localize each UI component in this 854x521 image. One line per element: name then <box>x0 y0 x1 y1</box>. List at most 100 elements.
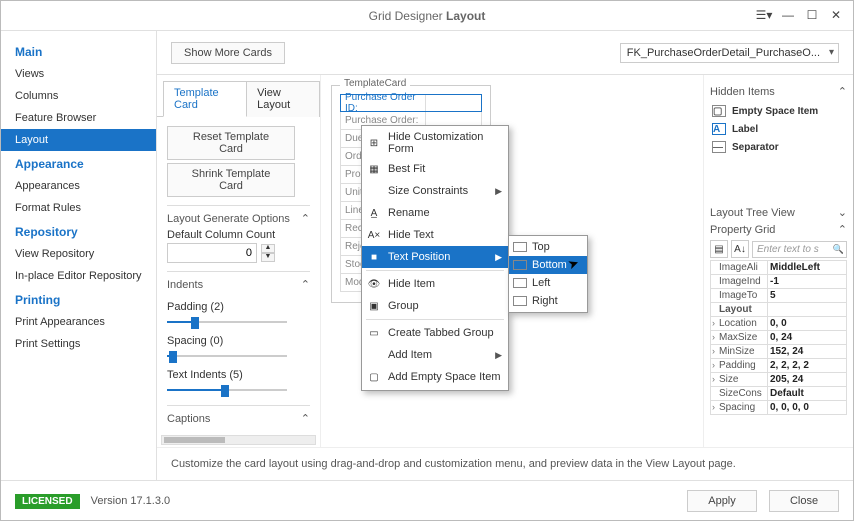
menu-item-text-position[interactable]: ■Text Position▶ <box>362 246 508 268</box>
property-row[interactable]: ImageTo5 <box>710 289 847 303</box>
property-value[interactable]: MiddleLeft <box>767 261 846 274</box>
rename-icon: A̲ <box>366 205 382 221</box>
property-value[interactable]: -1 <box>767 275 846 288</box>
submenu-label: Left <box>532 277 550 289</box>
categorize-icon[interactable]: ▤ <box>710 240 728 258</box>
hidden-item-empty-space-item[interactable]: ▢Empty Space Item <box>710 102 847 120</box>
collapse-icon[interactable]: ⌃ <box>301 412 310 425</box>
submenu-item-right[interactable]: Right <box>509 292 587 310</box>
menu-item-add-empty-space-item[interactable]: ▢Add Empty Space Item <box>362 366 508 388</box>
submenu-arrow-icon: ▶ <box>495 252 502 263</box>
separator-icon: — <box>712 141 726 153</box>
property-value[interactable]: Default <box>767 387 846 400</box>
collapse-icon[interactable]: ⌃ <box>301 212 310 225</box>
position-bottom-icon <box>513 260 527 270</box>
property-row[interactable]: Location0, 0 <box>710 317 847 331</box>
menu-item-hide-customization-form[interactable]: ⊞Hide Customization Form <box>362 128 508 158</box>
property-value[interactable]: 0, 24 <box>767 331 846 344</box>
padding-slider[interactable] <box>167 315 287 329</box>
sidebar-item-format-rules[interactable]: Format Rules <box>1 197 156 219</box>
property-value[interactable]: 0, 0, 0, 0 <box>767 401 846 414</box>
menu-item-best-fit[interactable]: ▦Best Fit <box>362 158 508 180</box>
minimize-button[interactable]: — <box>777 5 799 25</box>
menu-item-create-tabbed-group[interactable]: ▭Create Tabbed Group <box>362 322 508 344</box>
indents-head: Indents <box>167 279 203 291</box>
menu-item-add-item[interactable]: Add Item▶ <box>362 344 508 366</box>
card-field-label: Purchase Order ID: <box>341 92 425 114</box>
tab-view-layout[interactable]: View Layout <box>247 81 320 117</box>
menu-item-label: Hide Item <box>388 278 435 290</box>
property-key: Size <box>711 373 767 386</box>
view-mode-icon[interactable]: ☰▾ <box>753 5 775 25</box>
submenu-item-left[interactable]: Left <box>509 274 587 292</box>
property-value[interactable]: 0, 0 <box>767 317 846 330</box>
window-title-main: Layout <box>446 9 485 23</box>
close-window-button[interactable]: ✕ <box>825 5 847 25</box>
property-row[interactable]: Spacing0, 0, 0, 0 <box>710 401 847 415</box>
menu-item-label: Hide Text <box>388 229 434 241</box>
property-value[interactable] <box>767 303 846 316</box>
hint-message: Customize the card layout using drag-and… <box>157 447 853 480</box>
card-field-row[interactable]: Purchase Order ID: <box>340 94 482 112</box>
show-more-cards-button[interactable]: Show More Cards <box>171 42 285 64</box>
maximize-button[interactable]: ☐ <box>801 5 823 25</box>
menu-item-hide-text[interactable]: A×Hide Text <box>362 224 508 246</box>
close-button[interactable]: Close <box>769 490 839 512</box>
sidebar-item-view-repository[interactable]: View Repository <box>1 243 156 265</box>
property-value[interactable]: 5 <box>767 289 846 302</box>
reset-template-card-button[interactable]: Reset Template Card <box>167 126 295 160</box>
property-value[interactable]: 152, 24 <box>767 345 846 358</box>
property-row[interactable]: Size205, 24 <box>710 373 847 387</box>
property-row[interactable]: SizeConsDefault <box>710 387 847 401</box>
menu-item-size-constraints[interactable]: Size Constraints▶ <box>362 180 508 202</box>
property-value[interactable]: 205, 24 <box>767 373 846 386</box>
sidebar-item-inplace-editor-repository[interactable]: In-place Editor Repository <box>1 265 156 287</box>
submenu-item-bottom[interactable]: Bottom <box>509 256 587 274</box>
sidebar-item-views[interactable]: Views <box>1 63 156 85</box>
sidebar-item-appearances[interactable]: Appearances <box>1 175 156 197</box>
hscrollbar[interactable] <box>161 435 316 445</box>
spacing-slider[interactable] <box>167 349 287 363</box>
sidebar-item-layout[interactable]: Layout <box>1 129 156 151</box>
property-key: ImageAli <box>711 261 767 274</box>
sidebar-item-print-appearances[interactable]: Print Appearances <box>1 311 156 333</box>
menu-item-rename[interactable]: A̲ Rename <box>362 202 508 224</box>
hidden-item-separator[interactable]: —Separator <box>710 138 847 156</box>
property-row[interactable]: Padding2, 2, 2, 2 <box>710 359 847 373</box>
property-row[interactable]: MaxSize0, 24 <box>710 331 847 345</box>
menu-item-group[interactable]: ▣Group <box>362 295 508 317</box>
property-value[interactable]: 2, 2, 2, 2 <box>767 359 846 372</box>
sidebar-item-feature-browser[interactable]: Feature Browser <box>1 107 156 129</box>
property-search-input[interactable]: Enter text to s <box>752 241 847 258</box>
shrink-template-card-button[interactable]: Shrink Template Card <box>167 163 295 197</box>
submenu-label: Right <box>532 295 558 307</box>
menu-item-label: Rename <box>388 207 430 219</box>
spin-up[interactable]: ▲ <box>261 244 275 253</box>
property-key: MaxSize <box>711 331 767 344</box>
submenu-item-top[interactable]: Top <box>509 238 587 256</box>
sidebar-item-print-settings[interactable]: Print Settings <box>1 333 156 355</box>
apply-button[interactable]: Apply <box>687 490 757 512</box>
collapse-icon[interactable]: ⌃ <box>301 278 310 291</box>
card-field-input[interactable] <box>425 95 481 111</box>
tab-template-card[interactable]: Template Card <box>163 81 247 117</box>
hidden-item-label[interactable]: ALabel <box>710 120 847 138</box>
sidebar-cat-appearance: Appearance <box>1 151 156 175</box>
property-row[interactable]: ImageAliMiddleLeft <box>710 260 847 275</box>
menu-item-label: Create Tabbed Group <box>388 327 494 339</box>
menu-item-label: Add Empty Space Item <box>388 371 501 383</box>
default-column-count-input[interactable] <box>167 243 257 263</box>
dropdown-icon[interactable]: ⌄ <box>838 206 847 219</box>
property-row[interactable]: ImageInd-1 <box>710 275 847 289</box>
fk-dropdown[interactable]: FK_PurchaseOrderDetail_PurchaseO... <box>620 43 839 63</box>
sidebar-item-columns[interactable]: Columns <box>1 85 156 107</box>
collapse-icon[interactable]: ⌃ <box>838 223 847 236</box>
property-row[interactable]: Layout <box>710 303 847 317</box>
spin-down[interactable]: ▼ <box>261 253 275 262</box>
property-row[interactable]: MinSize152, 24 <box>710 345 847 359</box>
textindents-slider[interactable] <box>167 383 287 397</box>
sort-icon[interactable]: A↓ <box>731 240 749 258</box>
hidden-items-head: Hidden Items <box>710 86 775 98</box>
collapse-icon[interactable]: ⌃ <box>838 85 847 98</box>
menu-item-hide-item[interactable]: 👁Hide Item <box>362 273 508 295</box>
